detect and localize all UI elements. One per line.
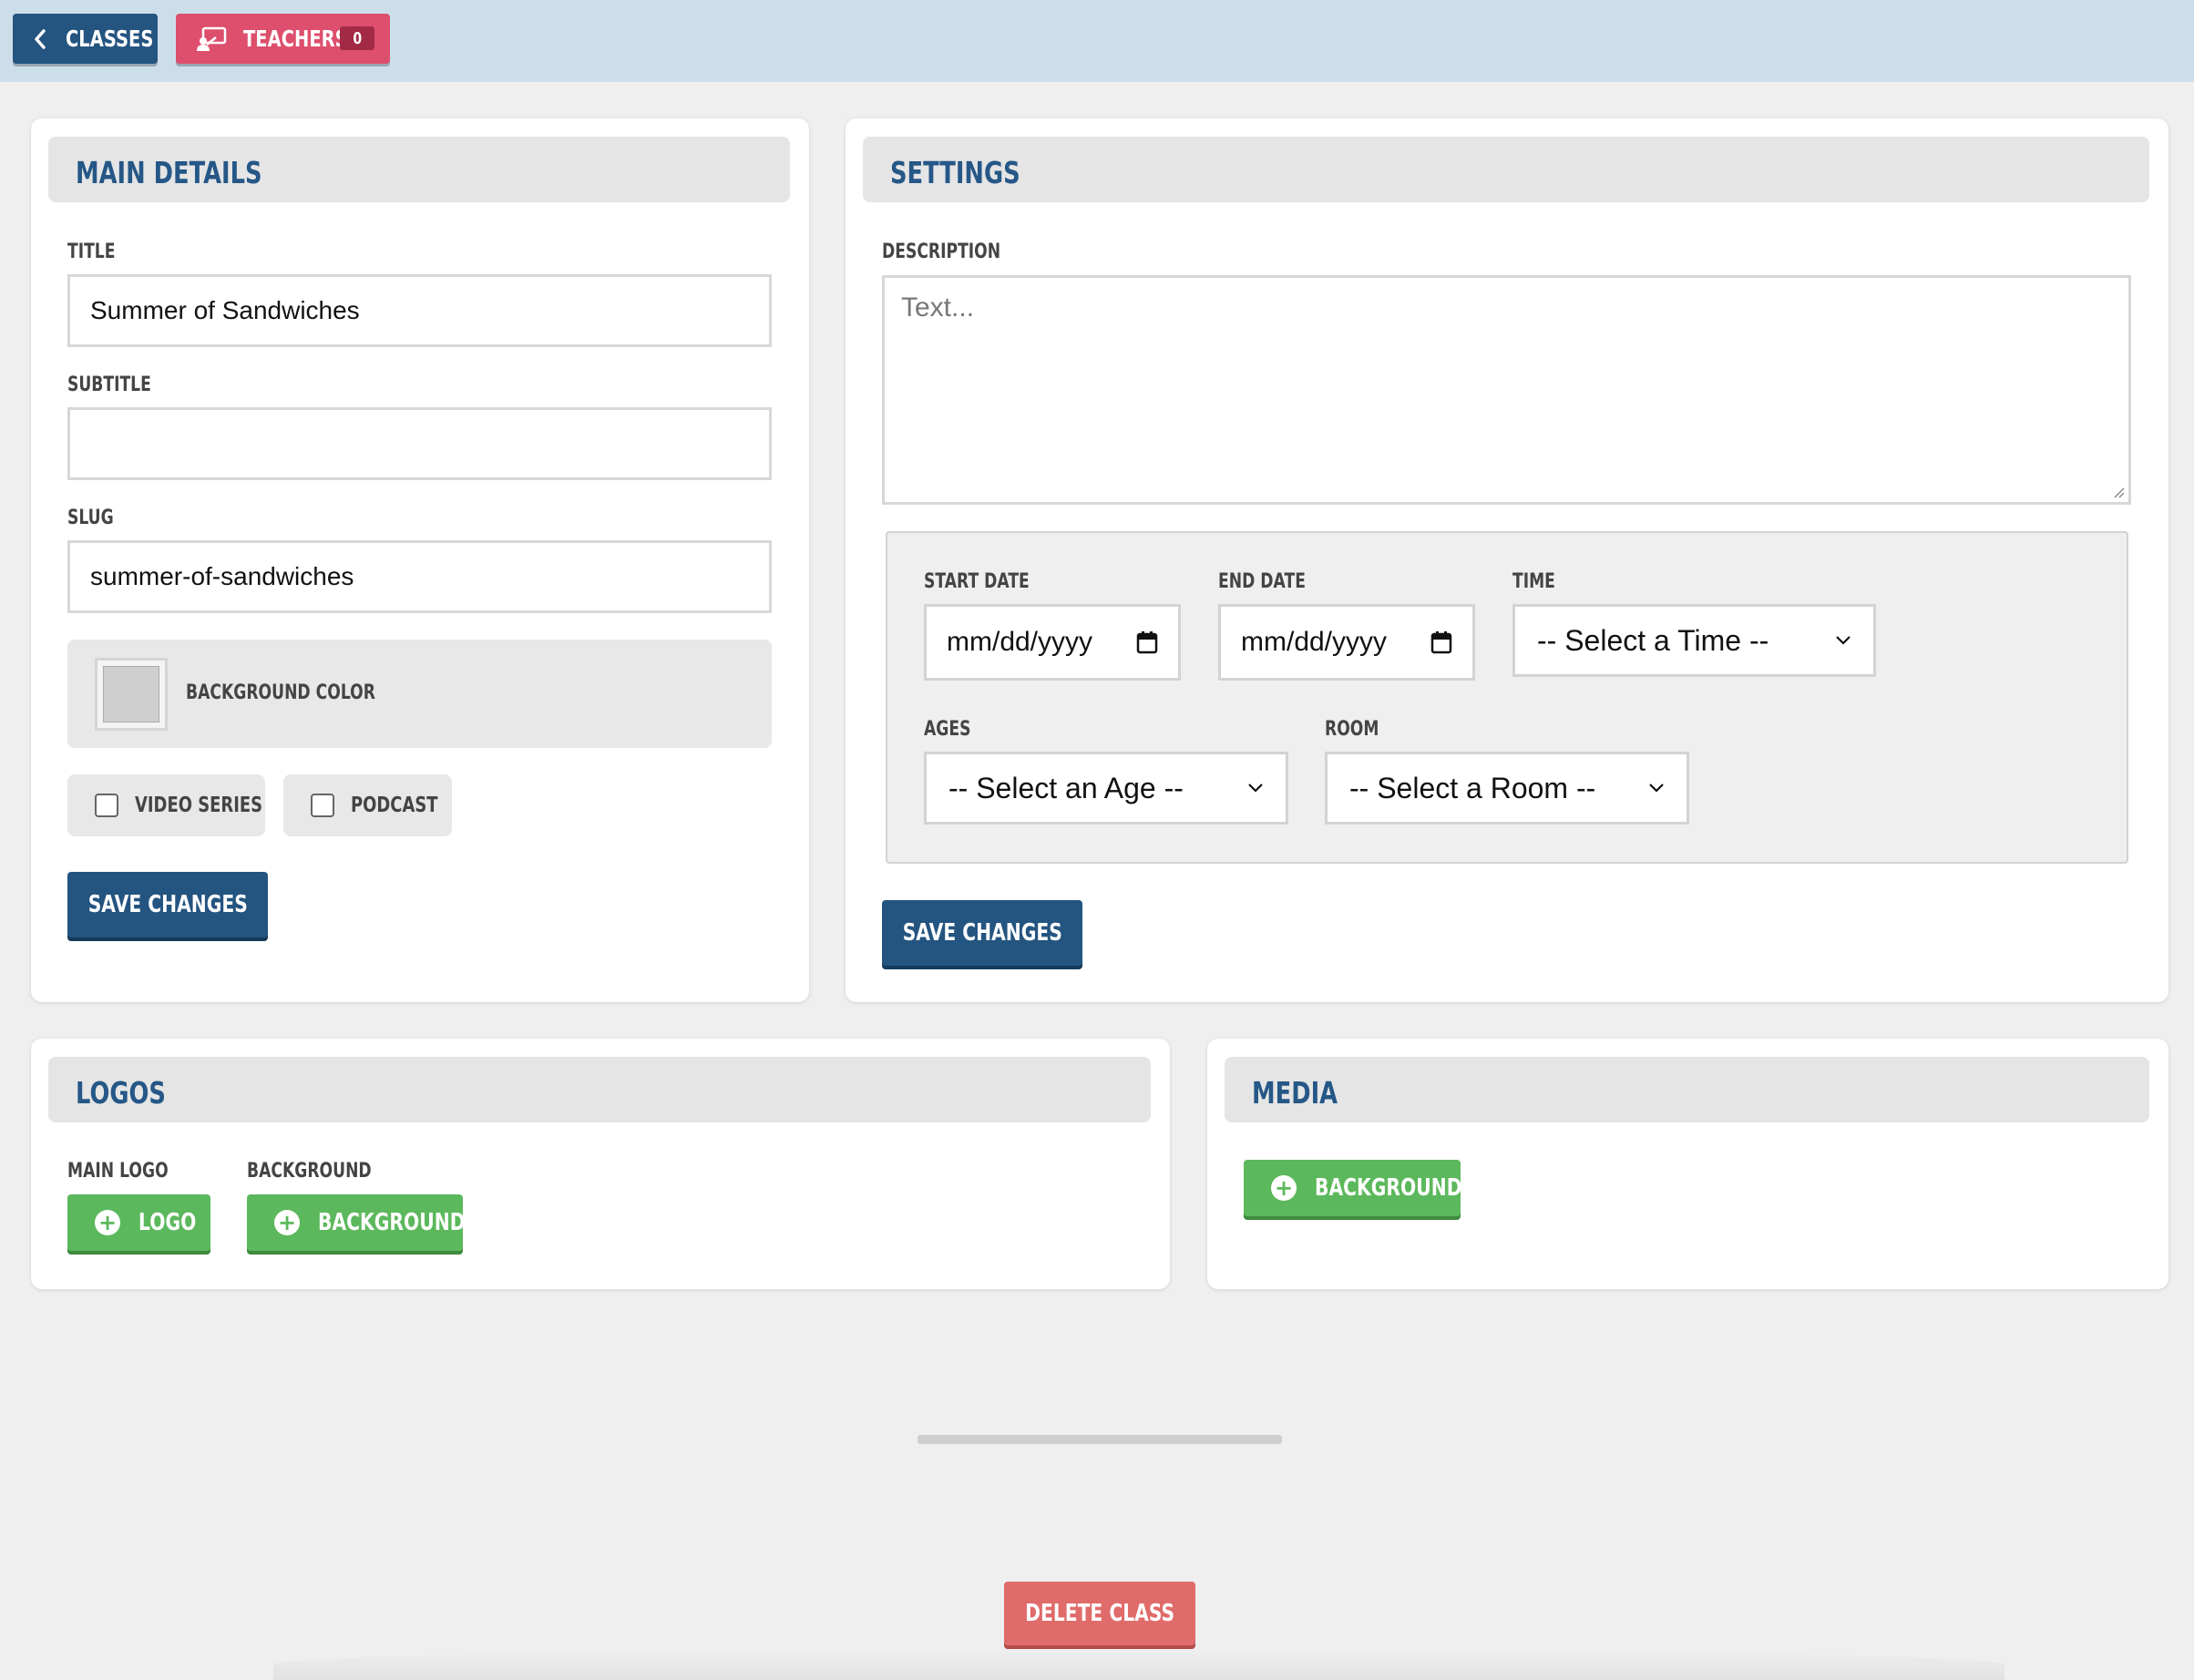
room-select[interactable]: -- Select a Room -- — [1325, 752, 1689, 825]
room-label: Room — [1325, 718, 1379, 741]
settings-heading: Settings — [890, 155, 1020, 190]
main-details-heading: Main Details — [76, 155, 262, 190]
media-header: Media — [1225, 1057, 2149, 1122]
classes-label: Classes — [66, 26, 154, 52]
slug-input[interactable]: summer-of-sandwiches — [67, 540, 772, 613]
main-details-header: Main Details — [48, 137, 790, 202]
resize-handle-icon[interactable] — [2112, 486, 2125, 498]
chevron-left-icon — [33, 28, 47, 50]
background-color-field: Background Color — [67, 640, 772, 748]
background-logo-label: Background — [247, 1160, 372, 1183]
podcast-toggle[interactable]: Podcast — [283, 774, 452, 836]
end-date-label: End Date — [1218, 570, 1306, 593]
plus-circle-icon: + — [1271, 1175, 1297, 1201]
time-select[interactable]: -- Select a Time -- — [1512, 604, 1876, 677]
add-background-logo-button[interactable]: + Background — [247, 1194, 466, 1251]
podcast-label: Podcast — [351, 794, 438, 817]
description-label: Description — [882, 241, 1001, 263]
end-date-input[interactable]: mm/dd/yyyy — [1218, 604, 1475, 681]
video-series-checkbox[interactable] — [95, 794, 118, 817]
calendar-icon[interactable] — [1136, 630, 1158, 654]
calendar-icon[interactable] — [1430, 630, 1452, 654]
title-label: Title — [67, 241, 116, 263]
background-color-swatch[interactable] — [95, 658, 168, 731]
ages-label: Ages — [924, 718, 971, 741]
logos-header: Logos — [48, 1057, 1151, 1122]
slug-label: Slug — [67, 507, 114, 529]
section-divider — [918, 1435, 1282, 1444]
title-input[interactable]: Summer of Sandwiches — [67, 274, 772, 347]
chevron-down-icon — [1836, 636, 1851, 645]
description-textarea[interactable]: Text... — [882, 275, 2131, 505]
subtitle-input[interactable] — [67, 407, 772, 480]
chevron-down-icon — [1248, 784, 1263, 793]
classes-back-button[interactable]: Classes — [13, 14, 158, 64]
background-color-label: Background Color — [186, 681, 375, 704]
video-series-toggle[interactable]: Video Series — [67, 774, 265, 836]
start-date-label: Start Date — [924, 570, 1030, 593]
add-media-background-button[interactable]: + Background — [1244, 1160, 1462, 1216]
podcast-checkbox[interactable] — [311, 794, 334, 817]
teacher-board-icon — [196, 26, 227, 52]
ages-select[interactable]: -- Select an Age -- — [924, 752, 1288, 825]
teachers-button[interactable]: Teachers 0 — [176, 14, 390, 64]
settings-save-button[interactable]: Save Changes — [882, 900, 1082, 966]
logos-card: Logos — [31, 1039, 1170, 1289]
add-logo-button[interactable]: + Logo — [67, 1194, 210, 1251]
main-logo-label: Main Logo — [67, 1160, 169, 1183]
chevron-down-icon — [1649, 784, 1664, 793]
top-bar: Classes Teachers 0 — [0, 0, 2194, 82]
subtitle-label: Subtitle — [67, 374, 151, 396]
video-series-label: Video Series — [135, 794, 263, 817]
main-details-save-button[interactable]: Save Changes — [67, 872, 268, 937]
start-date-input[interactable]: mm/dd/yyyy — [924, 604, 1181, 681]
media-heading: Media — [1252, 1075, 1338, 1111]
plus-circle-icon: + — [95, 1210, 120, 1235]
settings-header: Settings — [863, 137, 2149, 202]
delete-class-button[interactable]: Delete Class — [1004, 1582, 1195, 1645]
teachers-count-badge: 0 — [340, 26, 374, 50]
logos-heading: Logos — [76, 1075, 166, 1111]
teachers-label: Teachers — [243, 26, 348, 52]
plus-circle-icon: + — [274, 1210, 300, 1235]
time-label: Time — [1512, 570, 1555, 593]
